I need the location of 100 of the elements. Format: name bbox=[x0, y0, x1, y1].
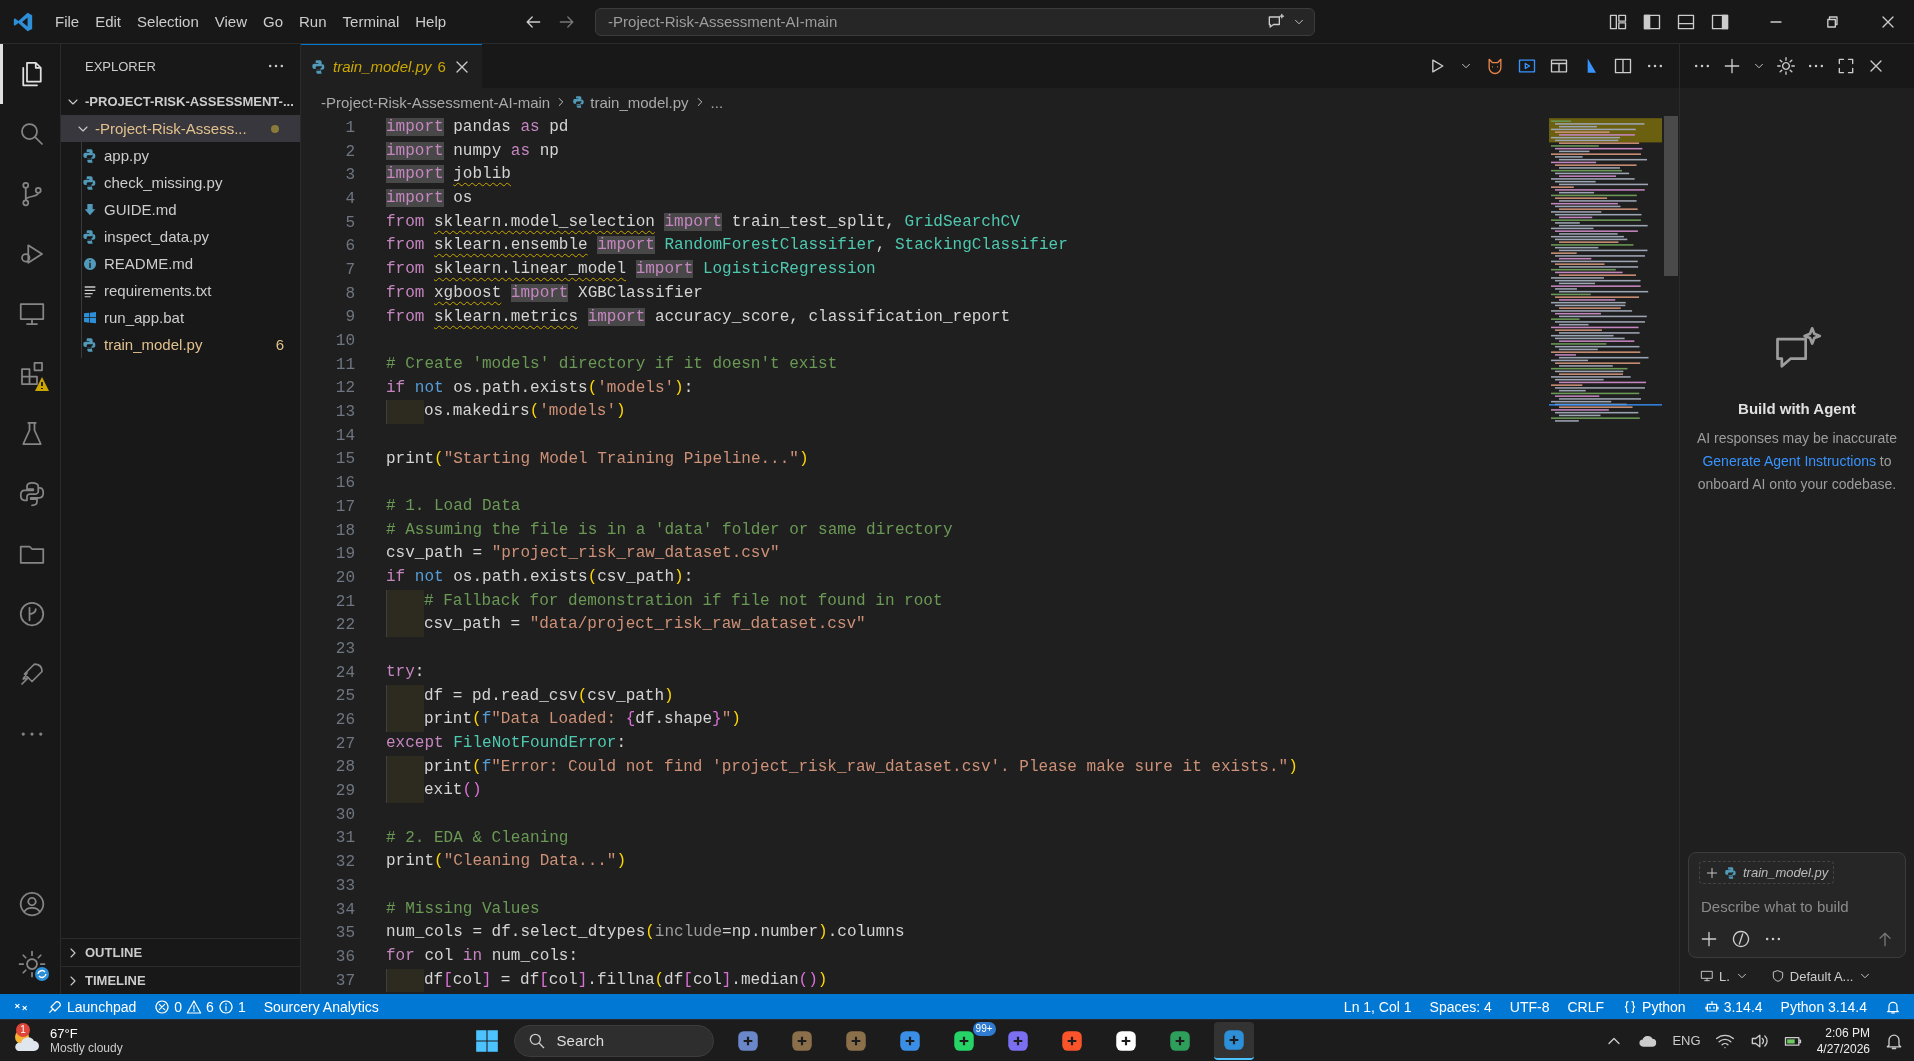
weather-condition: Mostly cloudy bbox=[50, 1040, 123, 1056]
target-picker[interactable]: L. bbox=[1700, 968, 1749, 984]
code-line: exit() bbox=[386, 779, 482, 803]
menu-item[interactable]: Terminal bbox=[335, 9, 407, 34]
editor-tab[interactable]: train_model.py 6 bbox=[301, 44, 482, 88]
python-file-icon bbox=[82, 174, 98, 191]
menu-item[interactable]: View bbox=[207, 9, 254, 34]
explorer-item[interactable]: train_model.py 6 bbox=[82, 331, 300, 358]
code-line: from sklearn.model_selection import train_test_split, GridSearchCV bbox=[386, 211, 1020, 233]
python-file-icon bbox=[311, 58, 327, 75]
windows-logo-icon bbox=[82, 309, 98, 326]
code-line: if not os.path.exists(csv_path): bbox=[386, 567, 694, 589]
vscode-logo-icon bbox=[12, 10, 34, 33]
python-file-icon bbox=[82, 228, 98, 245]
code-line: num_cols = df.select_dtypes(include=np.number).columns bbox=[386, 922, 905, 944]
plus-icon[interactable] bbox=[1699, 929, 1719, 949]
code-line: import numpy as np bbox=[386, 140, 559, 162]
status-item[interactable]: Spaces: 4 bbox=[1422, 998, 1499, 1015]
code-line: # 2. EDA & Cleaning bbox=[386, 827, 569, 849]
explorer-item[interactable]: run_app.bat bbox=[82, 304, 300, 331]
line-number: 1 bbox=[344, 118, 355, 137]
line-number: 16 bbox=[334, 474, 355, 493]
warning-icon bbox=[186, 998, 203, 1015]
code-line: from sklearn.ensemble import RandomForestClassifier, StackingClassifier bbox=[386, 235, 1068, 257]
input-language[interactable]: ENG bbox=[1672, 1033, 1701, 1048]
problems-button[interactable]: 0 6 1 bbox=[147, 998, 253, 1015]
explorer-item[interactable]: README.md bbox=[82, 250, 300, 277]
explorer-item[interactable]: GUIDE.md bbox=[82, 196, 300, 223]
line-number: 13 bbox=[334, 403, 355, 422]
code-line: # Fallback for demonstration if file not found in root bbox=[386, 589, 943, 614]
maximize-icon[interactable] bbox=[1836, 56, 1856, 76]
notification-badge: 99+ bbox=[972, 1021, 996, 1036]
code-line: try: bbox=[386, 661, 425, 683]
chat-input-field[interactable]: train_model.py Describe what to build bbox=[1688, 852, 1906, 958]
split-editor-icon[interactable] bbox=[1613, 56, 1633, 76]
line-number: 9 bbox=[344, 308, 355, 327]
context-file-chip[interactable]: train_model.py bbox=[1699, 861, 1835, 884]
start-button[interactable] bbox=[473, 1027, 500, 1054]
info-icon bbox=[82, 255, 98, 272]
status-item[interactable]: CRLF bbox=[1560, 998, 1612, 1015]
line-number: 24 bbox=[334, 663, 355, 682]
code-line: import os bbox=[386, 188, 473, 210]
line-number: 31 bbox=[334, 829, 355, 848]
menu-item[interactable]: Selection bbox=[130, 9, 206, 34]
clock[interactable]: 2:06 PM 4/27/2026 bbox=[1816, 1024, 1870, 1057]
menu-item[interactable]: Edit bbox=[88, 9, 129, 34]
line-number: 32 bbox=[334, 853, 355, 872]
explorer-item[interactable]: requirements.txt bbox=[82, 277, 300, 304]
agent-picker[interactable]: Default A... bbox=[1770, 968, 1873, 984]
app-icon[interactable] bbox=[1213, 1021, 1254, 1060]
breadcrumb-item[interactable]: ... bbox=[710, 93, 724, 111]
line-number: 15 bbox=[334, 450, 355, 469]
scrollbar-thumb[interactable] bbox=[1664, 116, 1678, 276]
code-line: import pandas as pd bbox=[386, 117, 569, 138]
launchpad-button[interactable]: Launchpad bbox=[40, 998, 144, 1015]
settings-icon[interactable] bbox=[1776, 56, 1796, 76]
taskbar-search[interactable]: Search bbox=[513, 1024, 714, 1057]
status-item[interactable]: Ln 1, Col 1 bbox=[1336, 998, 1419, 1015]
breadcrumb-item[interactable]: train_model.py bbox=[590, 93, 689, 111]
plus-icon bbox=[1705, 865, 1719, 880]
code-line: print(f"Data Loaded: {df.shape}") bbox=[386, 708, 741, 732]
explorer-item[interactable]: check_missing.py bbox=[82, 169, 300, 196]
status-item[interactable]: UTF-8 bbox=[1502, 998, 1557, 1015]
menu-item[interactable]: Help bbox=[408, 9, 454, 34]
info-icon bbox=[217, 998, 234, 1015]
interpreter-button[interactable]: 3.14.4 bbox=[1696, 998, 1770, 1015]
menu-item[interactable]: File bbox=[48, 9, 87, 34]
shield-icon bbox=[1770, 969, 1785, 983]
weather-widget[interactable]: 1 67°F Mostly cloudy bbox=[10, 1024, 123, 1057]
workspace-header[interactable]: -PROJECT-RISK-ASSESSMENT-... bbox=[61, 88, 300, 115]
line-number: 18 bbox=[334, 521, 355, 540]
menu-item[interactable]: Go bbox=[256, 9, 290, 34]
folder-item[interactable]: -Project-Risk-Assess... bbox=[61, 115, 300, 142]
code-line: for col in num_cols: bbox=[386, 946, 579, 968]
explorer-item[interactable]: inspect_data.py bbox=[82, 223, 300, 250]
chat-hint: Generate Agent Instructions to onboard AI onto your codebase. bbox=[1696, 452, 1898, 494]
status-item[interactable]: Python 3.14.4 bbox=[1773, 998, 1874, 1015]
breadcrumb-item[interactable]: -Project-Risk-Assessment-AI-main bbox=[321, 93, 551, 111]
line-number: 14 bbox=[334, 426, 355, 445]
line-number: 3 bbox=[344, 166, 355, 185]
menu-item[interactable]: Run bbox=[292, 9, 334, 34]
code-line: # Assuming the file is in a 'data' folder or same directory bbox=[386, 519, 953, 541]
line-number: 27 bbox=[334, 734, 355, 753]
robot-icon bbox=[1703, 998, 1720, 1015]
command-center-field[interactable]: -Project-Risk-Assessment-AI-main bbox=[595, 7, 1316, 36]
problem-count: 6 bbox=[275, 336, 284, 353]
language-mode-button[interactable]: Python bbox=[1615, 998, 1693, 1015]
plus-icon[interactable] bbox=[1722, 56, 1742, 76]
line-number: 33 bbox=[334, 876, 355, 895]
line-number: 23 bbox=[334, 639, 355, 658]
code-line: if not os.path.exists('models'): bbox=[386, 377, 694, 399]
generate-instructions-link[interactable]: Generate Agent Instructions bbox=[1702, 453, 1876, 469]
explorer-item[interactable]: app.py bbox=[82, 142, 300, 169]
line-number: 35 bbox=[334, 924, 355, 943]
tools-icon[interactable] bbox=[1731, 929, 1751, 949]
status-item[interactable]: Sourcery Analytics bbox=[256, 998, 386, 1015]
line-number: 26 bbox=[334, 711, 355, 730]
line-number: 19 bbox=[334, 545, 355, 564]
line-number: 6 bbox=[344, 237, 355, 256]
section-header[interactable]: OUTLINE bbox=[61, 938, 300, 966]
